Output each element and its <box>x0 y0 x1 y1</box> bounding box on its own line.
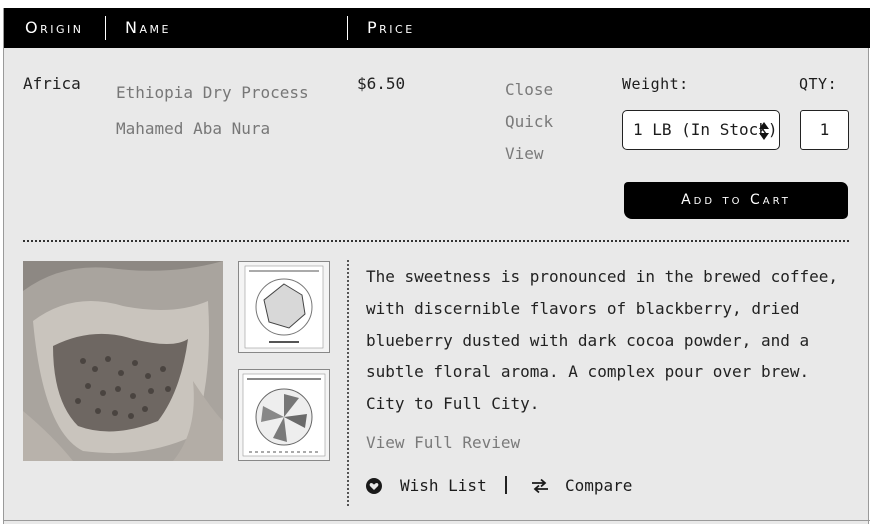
header-name: Name <box>125 18 171 37</box>
quick-view-word: Close <box>505 80 554 99</box>
flavor-radar-chart-thumbnail[interactable] <box>238 261 330 353</box>
select-arrows-icon <box>759 122 769 140</box>
table-header: Origin Name Price <box>4 8 870 48</box>
header-separator <box>105 16 106 40</box>
weight-label: Weight: <box>622 75 689 93</box>
product-origin: Africa <box>23 74 81 93</box>
wish-list-link[interactable]: Wish List <box>400 474 487 498</box>
close-quick-view-link[interactable]: Close Quick View <box>505 74 575 170</box>
qty-label: QTY: <box>799 75 838 93</box>
quick-view-word: Quick <box>505 112 554 131</box>
compare-link[interactable]: Compare <box>565 474 632 498</box>
product-description: The sweetness is pronounced in the brewe… <box>366 267 839 414</box>
swap-arrows-icon[interactable] <box>530 478 550 494</box>
product-name-line1: Ethiopia Dry Process <box>116 83 309 102</box>
weight-select[interactable]: 1 LB (In Stock) <box>622 110 780 150</box>
coffee-bag-photo[interactable] <box>23 261 223 461</box>
add-to-cart-button[interactable]: Add to Cart <box>624 182 848 219</box>
actions-separator <box>505 476 507 494</box>
weight-select-value: 1 LB (In Stock) <box>633 120 778 139</box>
product-price: $6.50 <box>357 74 406 93</box>
quantity-input[interactable]: 1 <box>800 110 849 150</box>
section-divider <box>23 240 849 242</box>
quick-view-word: View <box>505 144 544 163</box>
header-price: Price <box>367 18 415 37</box>
header-origin: Origin <box>25 18 84 37</box>
heart-icon[interactable] <box>366 478 382 494</box>
bottom-border <box>4 520 870 521</box>
aroma-wheel-chart-thumbnail[interactable] <box>238 369 330 461</box>
details-divider <box>347 260 349 506</box>
view-full-review-link[interactable]: View Full Review <box>366 433 520 452</box>
product-panel: Origin Name Price Africa Ethiopia Dry Pr… <box>3 8 870 524</box>
product-name-line2: Mahamed Aba Nura <box>116 119 271 138</box>
header-separator <box>347 16 348 40</box>
product-name: Ethiopia Dry Process Mahamed Aba Nura <box>116 75 346 147</box>
